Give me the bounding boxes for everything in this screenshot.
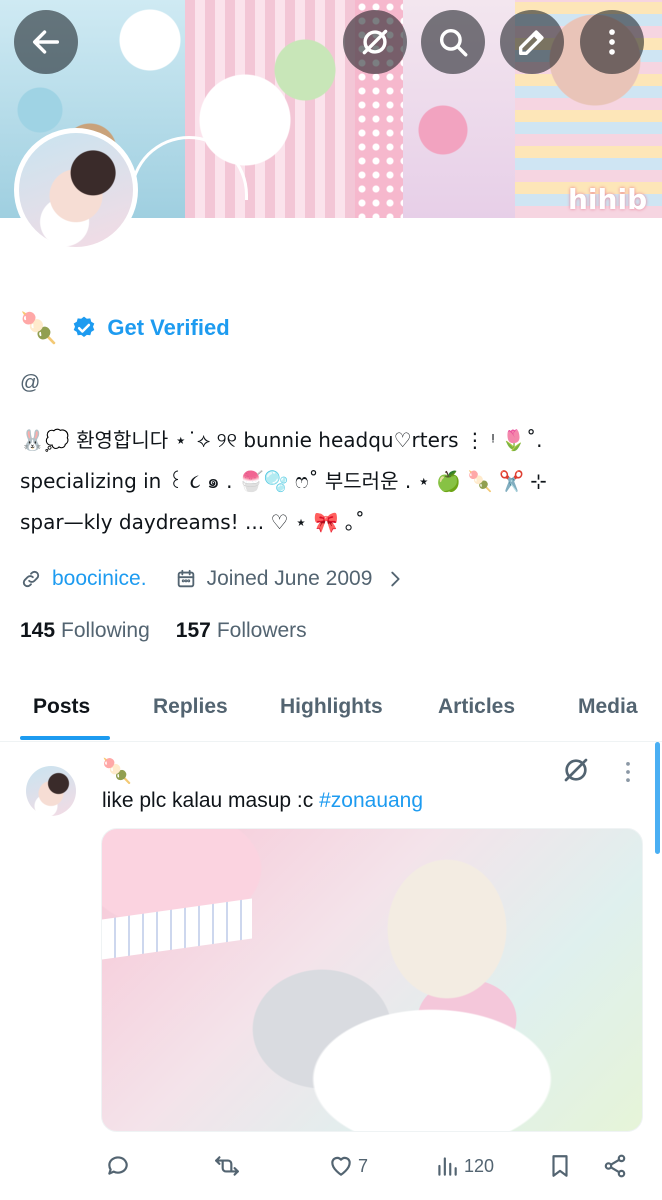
followers-count: 157 — [175, 619, 211, 642]
tab-posts[interactable]: Posts — [33, 672, 90, 742]
search-icon — [439, 28, 468, 57]
kebab-menu-icon[interactable] — [614, 758, 642, 786]
calendar-icon — [177, 569, 194, 588]
join-date: Joined June 2009 — [206, 567, 373, 590]
repost-arrows-icon — [215, 1156, 239, 1176]
bar-chart-icon — [438, 1157, 457, 1176]
post-author-avatar[interactable] — [26, 766, 76, 816]
post-body: like plc kalau masup :c — [102, 789, 320, 812]
followers-label: Followers — [216, 619, 307, 642]
website-link[interactable]: boocinice. — [52, 567, 147, 591]
avatar — [19, 133, 133, 247]
heart-icon — [331, 1156, 351, 1176]
share-button[interactable] — [602, 1148, 628, 1184]
tab-replies[interactable]: Replies — [153, 672, 228, 742]
grok-button[interactable] — [343, 10, 407, 74]
kebab-menu-icon — [609, 29, 615, 55]
slashed-circle-icon — [362, 29, 388, 55]
profile-tabs: Posts Replies Highlights Articles Media — [0, 672, 662, 742]
image-detail — [102, 898, 252, 960]
views-button[interactable]: 120 — [434, 1148, 494, 1184]
banner-text: hihib — [568, 183, 648, 216]
slashed-circle-icon[interactable] — [560, 754, 592, 786]
search-button[interactable] — [421, 10, 485, 74]
profile-name-row: 🍡 Get Verified — [20, 308, 230, 348]
display-name: 🍡 — [20, 310, 58, 346]
follow-stats: 145 Following 157 Followers — [20, 615, 307, 647]
followers-link[interactable]: 157 Followers — [176, 619, 307, 643]
reply-button[interactable] — [105, 1148, 131, 1184]
post-author-name[interactable]: 🍡 — [102, 757, 132, 785]
chevron-right-icon[interactable] — [384, 568, 406, 590]
tab-media[interactable]: Media — [578, 672, 638, 742]
bio-line: specializing in ꒰ ૮ ๑ . 🍧🫧 ෆ˚ 부드러운 . ⋆ 🍏… — [20, 469, 547, 493]
share-icon — [604, 1154, 626, 1178]
get-verified-link[interactable]: Get Verified — [107, 315, 229, 341]
profile-meta: boocinice. Joined June 2009 — [20, 563, 406, 595]
speech-bubble-icon — [108, 1156, 128, 1175]
verified-badge-icon[interactable] — [71, 315, 97, 341]
back-button[interactable] — [14, 10, 78, 74]
bio-line: 🐰💭 환영합니다 ⋆˙⟡ ୨୧ bunnie headqu♡rters ⋮ ᵎ … — [20, 428, 543, 452]
hashtag-link[interactable]: #zonauang — [319, 789, 423, 812]
profile-avatar[interactable] — [14, 128, 138, 252]
scrollbar[interactable] — [655, 742, 660, 854]
following-count: 145 — [20, 619, 56, 642]
following-label: Following — [61, 619, 150, 642]
tab-highlights[interactable]: Highlights — [280, 672, 383, 742]
bookmark-button[interactable] — [547, 1148, 573, 1184]
bio-line: spar—kly daydreams! ... ♡ ⋆ 🎀 ｡˚ — [20, 510, 365, 534]
following-link[interactable]: 145 Following — [20, 619, 150, 643]
bookmark-icon — [552, 1155, 568, 1177]
post-actions: 7 120 — [0, 1148, 662, 1184]
arrow-left-icon — [32, 30, 60, 54]
post-text: like plc kalau masup :c #zonauang — [102, 789, 423, 813]
tab-articles[interactable]: Articles — [438, 672, 515, 742]
like-count: 7 — [358, 1155, 369, 1176]
user-handle: @ — [20, 372, 41, 394]
views-count: 120 — [464, 1155, 495, 1176]
more-options-button[interactable] — [580, 10, 644, 74]
link-icon — [22, 570, 40, 588]
like-button[interactable]: 7 — [328, 1148, 368, 1184]
profile-bio: 🐰💭 환영합니다 ⋆˙⟡ ୨୧ bunnie headqu♡rters ⋮ ᵎ … — [20, 420, 650, 543]
post-image[interactable] — [101, 828, 643, 1132]
edit-button[interactable] — [500, 10, 564, 74]
pencil-icon — [518, 30, 544, 56]
active-tab-indicator — [20, 736, 110, 740]
repost-button[interactable] — [214, 1148, 240, 1184]
